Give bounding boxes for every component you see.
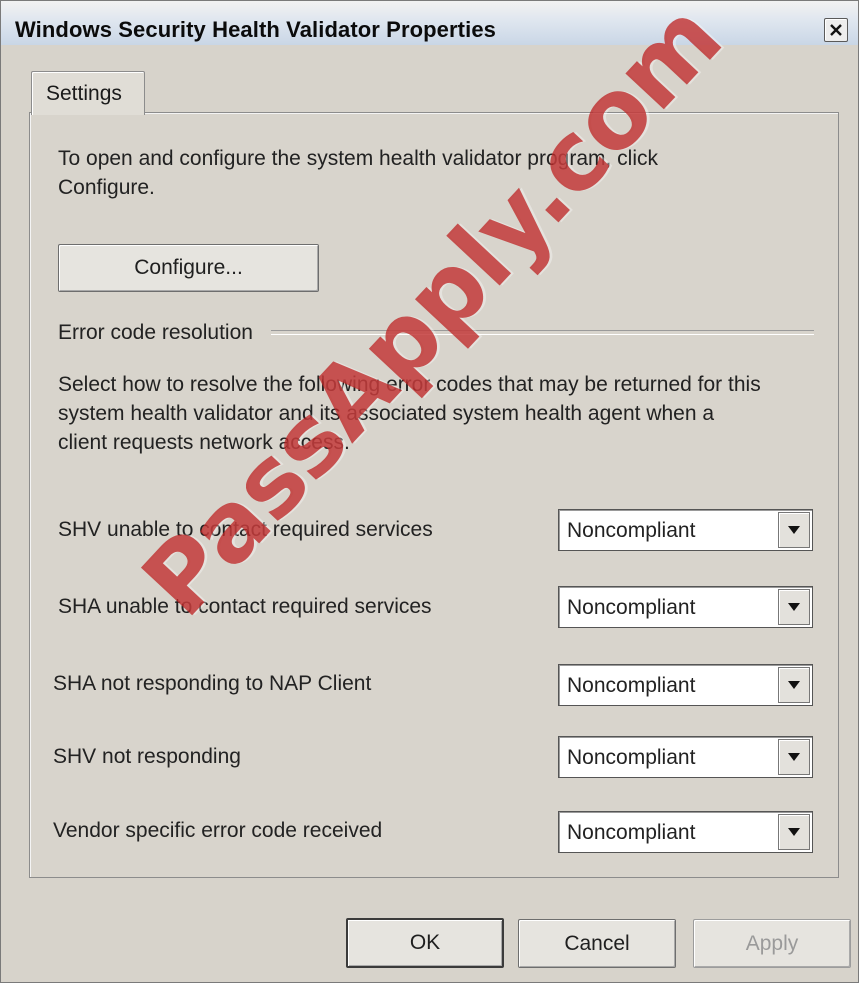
group-title-error-code-resolution: Error code resolution [58, 321, 253, 344]
title-bar: Windows Security Health Validator Proper… [1, 1, 858, 45]
row-label-shv-unable: SHV unable to contact required services [58, 518, 433, 541]
row-label-sha-unable: SHA unable to contact required services [58, 595, 432, 618]
description-text: Select how to resolve the following erro… [58, 370, 761, 457]
row-label-shv-not-responding: SHV not responding [53, 745, 241, 768]
select-value: Noncompliant [567, 596, 696, 619]
description-line-3: client requests network access. [58, 431, 350, 454]
ok-button[interactable]: OK [346, 918, 504, 968]
select-value: Noncompliant [567, 821, 696, 844]
resolution-select-sha-not-responding[interactable]: Noncompliant [558, 664, 813, 706]
close-icon [830, 24, 842, 36]
chevron-down-icon [788, 603, 800, 611]
chevron-down-icon [788, 828, 800, 836]
tab-settings-label: Settings [46, 82, 122, 105]
dropdown-button[interactable] [778, 739, 810, 775]
description-line-2: system health validator and its associat… [58, 402, 715, 425]
row-label-sha-not-responding: SHA not responding to NAP Client [53, 672, 372, 695]
description-line-1: Select how to resolve the following erro… [58, 373, 761, 396]
resolution-select-shv-not-responding[interactable]: Noncompliant [558, 736, 813, 778]
select-value: Noncompliant [567, 746, 696, 769]
intro-line-1: To open and configure the system health … [58, 147, 658, 170]
close-button[interactable] [824, 18, 848, 42]
chevron-down-icon [788, 681, 800, 689]
dialog-window: Windows Security Health Validator Proper… [0, 0, 859, 983]
group-divider [271, 330, 814, 335]
chevron-down-icon [788, 753, 800, 761]
row-label-vendor-specific: Vendor specific error code received [53, 819, 383, 842]
dropdown-button[interactable] [778, 667, 810, 703]
configure-button[interactable]: Configure... [58, 244, 319, 292]
cancel-button[interactable]: Cancel [518, 919, 676, 968]
select-value: Noncompliant [567, 519, 696, 542]
dropdown-button[interactable] [778, 814, 810, 850]
resolution-select-vendor-specific[interactable]: Noncompliant [558, 811, 813, 853]
apply-button[interactable]: Apply [693, 919, 851, 968]
intro-line-2: Configure. [58, 176, 155, 199]
tab-settings[interactable]: Settings [31, 71, 145, 115]
select-value: Noncompliant [567, 674, 696, 697]
dropdown-button[interactable] [778, 589, 810, 625]
intro-text: To open and configure the system health … [58, 144, 658, 202]
dropdown-button[interactable] [778, 512, 810, 548]
window-title: Windows Security Health Validator Proper… [15, 17, 496, 42]
resolution-select-sha-unable[interactable]: Noncompliant [558, 586, 813, 628]
resolution-select-shv-unable[interactable]: Noncompliant [558, 509, 813, 551]
chevron-down-icon [788, 526, 800, 534]
